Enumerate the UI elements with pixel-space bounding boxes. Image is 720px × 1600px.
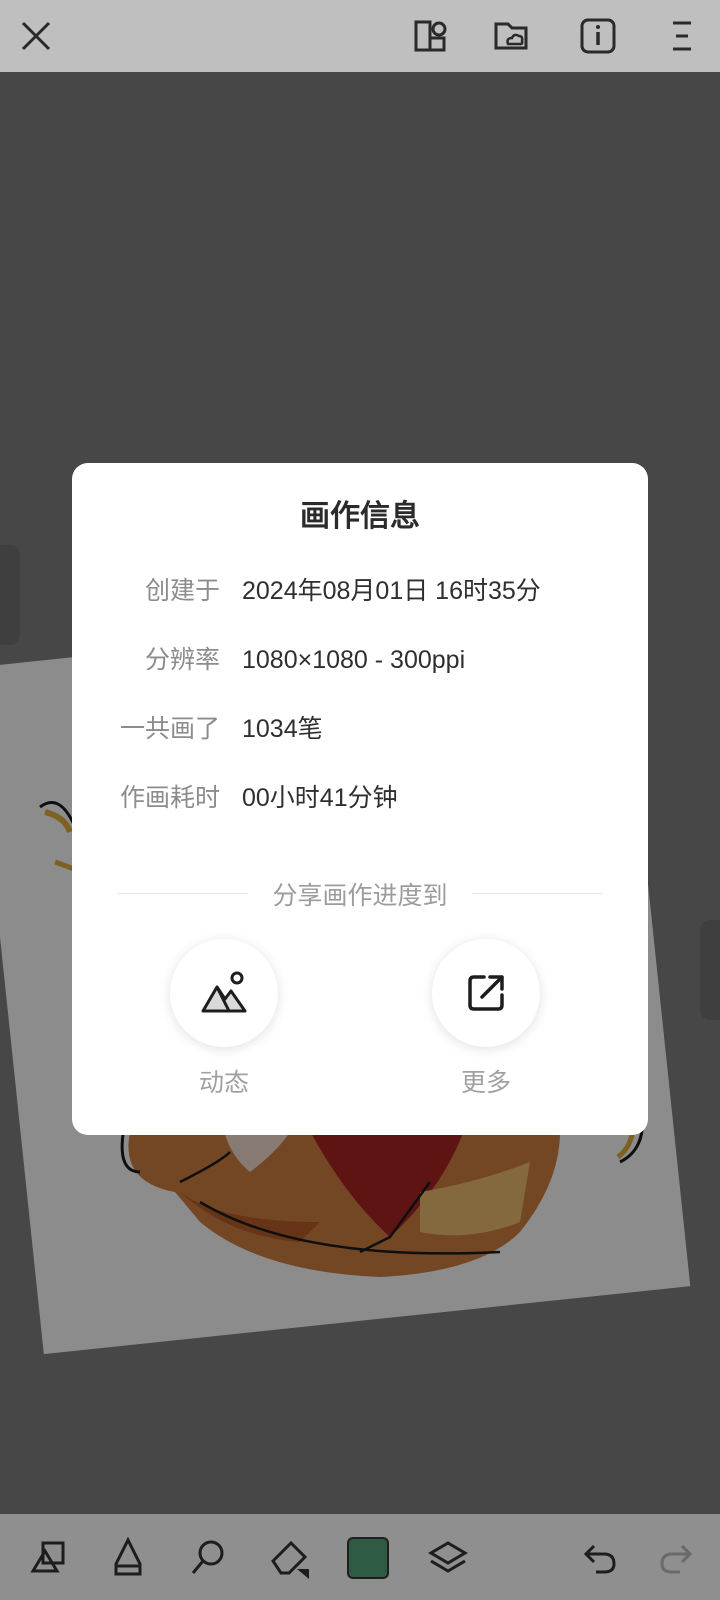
undo-icon[interactable]	[576, 1534, 624, 1582]
menu-icon[interactable]	[660, 14, 704, 58]
info-value: 1080×1080 - 300ppi	[242, 646, 466, 674]
info-value: 1034笔	[242, 715, 323, 743]
info-value: 00小时41分钟	[242, 784, 398, 812]
share-more-button[interactable]	[432, 939, 540, 1047]
info-row-resolution: 分辨率 1080×1080 - 300ppi	[72, 640, 648, 680]
color-swatch[interactable]	[344, 1534, 392, 1582]
eraser-icon[interactable]	[266, 1534, 314, 1582]
pencil-icon[interactable]	[104, 1534, 152, 1582]
smudge-icon[interactable]	[184, 1534, 232, 1582]
info-icon[interactable]	[576, 14, 620, 58]
left-scroll-handle[interactable]	[0, 545, 20, 645]
bottom-toolbar	[0, 1514, 720, 1600]
top-toolbar	[0, 0, 720, 72]
info-label: 作画耗时	[119, 784, 220, 812]
redo-icon[interactable]	[652, 1534, 700, 1582]
right-scroll-handle[interactable]	[700, 920, 720, 1020]
edit-page-icon[interactable]	[408, 14, 452, 58]
info-row-duration: 作画耗时 00小时41分钟	[72, 778, 648, 818]
info-label: 分辨率	[144, 646, 220, 674]
info-value: 2024年08月01日 16时35分	[242, 577, 541, 605]
info-label: 创建于	[144, 577, 220, 605]
info-label: 一共画了	[119, 715, 220, 743]
external-share-icon	[468, 975, 504, 1011]
shapes-icon[interactable]	[24, 1534, 72, 1582]
artwork-info-dialog: 画作信息 创建于 2024年08月01日 16时35分 分辨率 1080×108…	[72, 463, 648, 1135]
dialog-title: 画作信息	[300, 500, 420, 533]
close-icon[interactable]	[14, 14, 58, 58]
layers-icon[interactable]	[424, 1534, 472, 1582]
info-row-strokes: 一共画了 1034笔	[72, 709, 648, 749]
current-color	[347, 1537, 389, 1579]
share-more-label: 更多	[460, 1069, 511, 1097]
mountain-photo-icon	[201, 971, 247, 1013]
share-moments-button[interactable]	[170, 939, 278, 1047]
cloud-folder-icon[interactable]	[490, 14, 534, 58]
share-moments-label: 动态	[198, 1069, 249, 1097]
share-section-label: 分享画作进度到	[272, 882, 448, 910]
info-row-created: 创建于 2024年08月01日 16时35分	[72, 571, 648, 611]
